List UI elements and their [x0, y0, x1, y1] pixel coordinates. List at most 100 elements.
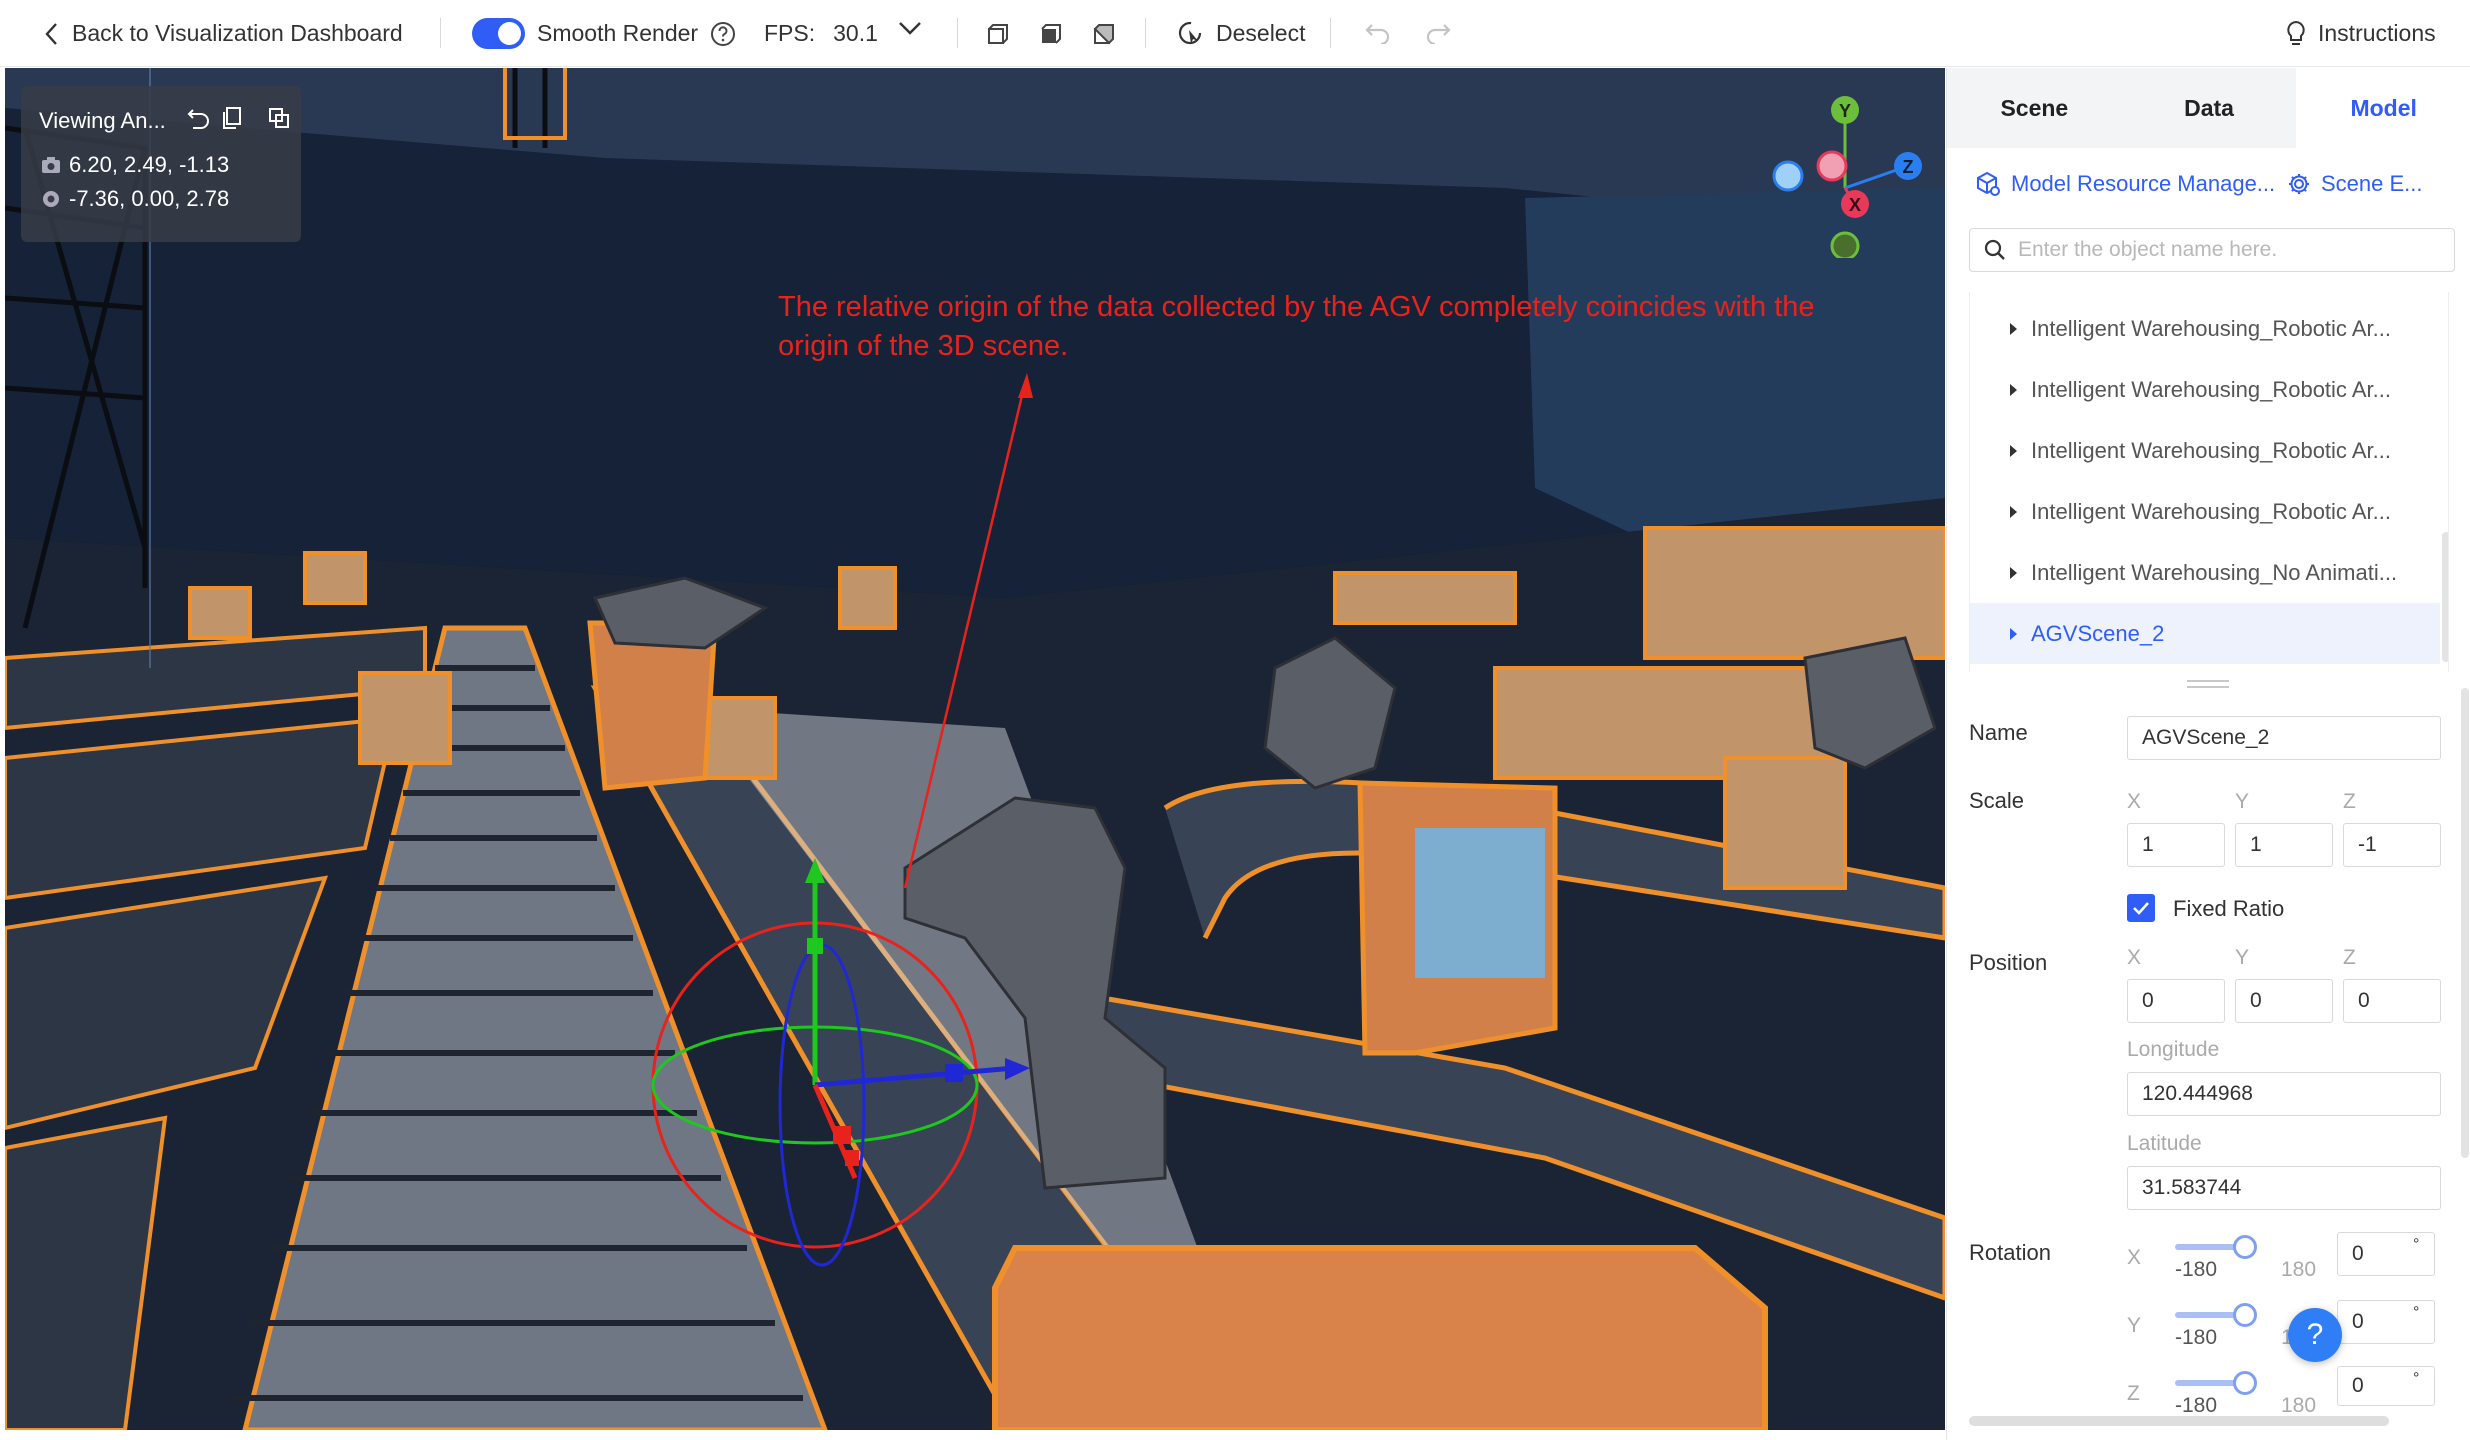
position-y-field[interactable]: 0 [2235, 979, 2333, 1023]
panel-scrollbar[interactable] [2461, 688, 2469, 1158]
rotation-y-label: Y [2127, 1314, 2142, 1337]
latitude-field[interactable]: 31.583744 [2127, 1166, 2441, 1210]
rotation-y-field[interactable]: 0 [2337, 1300, 2435, 1344]
rotation-x-value: 0 [2352, 1242, 2364, 1265]
search-placeholder: Enter the object name here. [2018, 238, 2278, 261]
expand-triangle-icon[interactable] [2010, 322, 2017, 335]
rotation-z-field[interactable]: 0 [2337, 1366, 2435, 1406]
expand-triangle-icon[interactable] [2010, 627, 2017, 640]
cube-front-icon[interactable] [987, 23, 1009, 45]
neg-x-axis-handle[interactable] [1816, 150, 1848, 182]
expand-triangle-icon[interactable] [2010, 566, 2017, 579]
reset-view-icon[interactable] [187, 106, 211, 130]
back-button[interactable]: Back to Visualization Dashboard [44, 0, 403, 67]
rotation-label: Rotation [1969, 1240, 2051, 1265]
tree-item-selected[interactable]: AGVScene_2 [1970, 603, 2440, 664]
tab-scene[interactable]: Scene [1947, 68, 2122, 148]
scale-y-field[interactable]: 1 [2235, 823, 2333, 867]
latitude-value: 31.583744 [2142, 1176, 2242, 1199]
longitude-label: Longitude [2127, 1038, 2220, 1061]
undo-icon[interactable] [1364, 22, 1392, 44]
back-label: Back to Visualization Dashboard [72, 20, 403, 46]
position-y-value: 0 [2250, 989, 2262, 1012]
toolbar: Back to Visualization Dashboard Smooth R… [0, 0, 2470, 67]
rotation-z-value: 0 [2352, 1374, 2364, 1397]
divider [1330, 18, 1331, 48]
position-x-value: 0 [2142, 989, 2154, 1012]
rotation-x-slider-handle[interactable] [2233, 1235, 2257, 1259]
position-z-field[interactable]: 0 [2343, 979, 2441, 1023]
tree-item[interactable]: Intelligent Warehousing_Robotic Ar... [1970, 298, 2440, 359]
help-button[interactable]: ? [2288, 1308, 2342, 1362]
tree-item-label: AGVScene_2 [2031, 620, 2165, 646]
fixed-ratio-checkbox[interactable] [2127, 894, 2155, 922]
expand-triangle-icon[interactable] [2010, 444, 2017, 457]
cube-side-icon[interactable] [1093, 23, 1115, 45]
expand-triangle-icon[interactable] [2010, 383, 2017, 396]
tab-data[interactable]: Data [2122, 68, 2297, 148]
neg-z-axis-handle[interactable] [1772, 160, 1804, 192]
scene-viewport[interactable]: Viewing An... 6.20, 2.49, -1.13 -7.36, 0… [5, 68, 1945, 1430]
instructions-button[interactable]: Instructions [2286, 0, 2436, 67]
gear-icon [2287, 172, 2311, 196]
camera-info-panel: Viewing An... 6.20, 2.49, -1.13 -7.36, 0… [21, 86, 301, 242]
scene-editor-label: Scene E... [2321, 171, 2423, 196]
object-search-input[interactable]: Enter the object name here. [1969, 228, 2455, 272]
rotation-z-slider-handle[interactable] [2233, 1371, 2257, 1395]
annotation-text: The relative origin of the data collecte… [778, 291, 1815, 362]
paste-icon[interactable] [267, 106, 291, 130]
tree-item[interactable]: Intelligent Warehousing_Robotic Ar... [1970, 481, 2440, 542]
horizontal-scrollbar[interactable] [1969, 1416, 2389, 1426]
scale-z-field[interactable]: -1 [2343, 823, 2441, 867]
tree-item[interactable]: Intelligent Warehousing_Robotic Ar... [1970, 359, 2440, 420]
tree-item[interactable]: Intelligent Warehousing_Robotic Ar... [1970, 420, 2440, 481]
deselect-icon [1178, 21, 1204, 47]
model-resource-label: Model Resource Manage... [2011, 171, 2276, 196]
camera-panel-title: Viewing An... [39, 108, 166, 133]
camera-icon [41, 156, 61, 174]
rotation-y-value: 0 [2352, 1310, 2364, 1333]
tree-item[interactable]: Intelligent Warehousing_No Animati... [1970, 542, 2440, 603]
copy-icon[interactable] [221, 106, 243, 130]
warehouse-scene[interactable] [5, 68, 1945, 1430]
help-button-label: ? [2306, 1318, 2324, 1351]
model-resource-link[interactable]: Model Resource Manage... [1975, 171, 2275, 197]
scene-editor-link[interactable]: Scene E... [2287, 171, 2423, 197]
smooth-render-toggle[interactable] [472, 18, 525, 49]
tab-model[interactable]: Model [2296, 68, 2470, 148]
deselect-button[interactable]: Deselect [1178, 0, 1305, 67]
orientation-gizmo[interactable]: Y Z X [1760, 88, 1930, 258]
latitude-label: Latitude [2127, 1132, 2202, 1155]
fps-label: FPS: [764, 20, 816, 46]
position-x-field[interactable]: 0 [2127, 979, 2225, 1023]
gate-glass [1415, 828, 1545, 978]
chevron-down-icon[interactable] [898, 20, 922, 36]
deselect-label: Deselect [1216, 20, 1306, 46]
tab-scene-label: Scene [2000, 94, 2069, 121]
cube-solid-icon[interactable] [1040, 23, 1062, 45]
rotation-z-label: Z [2127, 1382, 2140, 1405]
camera-position-row: 6.20, 2.49, -1.13 [41, 152, 229, 178]
scale-x-field[interactable]: 1 [2127, 823, 2225, 867]
neg-y-axis-handle[interactable] [1830, 231, 1860, 258]
tab-data-label: Data [2184, 94, 2234, 121]
rotation-z-min: -180 [2175, 1394, 2218, 1417]
checkmark-icon [2133, 902, 2149, 915]
rotation-y-slider-handle[interactable] [2233, 1303, 2257, 1327]
help-circle-icon[interactable] [710, 21, 736, 47]
tree-scrollbar[interactable] [2442, 532, 2448, 662]
target-position-row: -7.36, 0.00, 2.78 [41, 186, 229, 212]
tree-item-label: Intelligent Warehousing_Robotic Ar... [2031, 315, 2391, 341]
instructions-label: Instructions [2318, 20, 2436, 46]
redo-icon[interactable] [1424, 22, 1452, 44]
scale-z-value: -1 [2358, 833, 2377, 856]
name-field[interactable]: AGVScene_2 [2127, 716, 2441, 760]
longitude-field[interactable]: 120.444968 [2127, 1072, 2441, 1116]
z-axis-label: Z [1903, 157, 1914, 177]
camera-position-value: 6.20, 2.49, -1.13 [69, 152, 230, 177]
panel-splitter[interactable] [2187, 680, 2229, 688]
rotation-x-field[interactable]: 0 [2337, 1232, 2435, 1276]
expand-triangle-icon[interactable] [2010, 505, 2017, 518]
rotation-x-max: 180 [2281, 1258, 2317, 1281]
target-position-value: -7.36, 0.00, 2.78 [69, 186, 230, 211]
